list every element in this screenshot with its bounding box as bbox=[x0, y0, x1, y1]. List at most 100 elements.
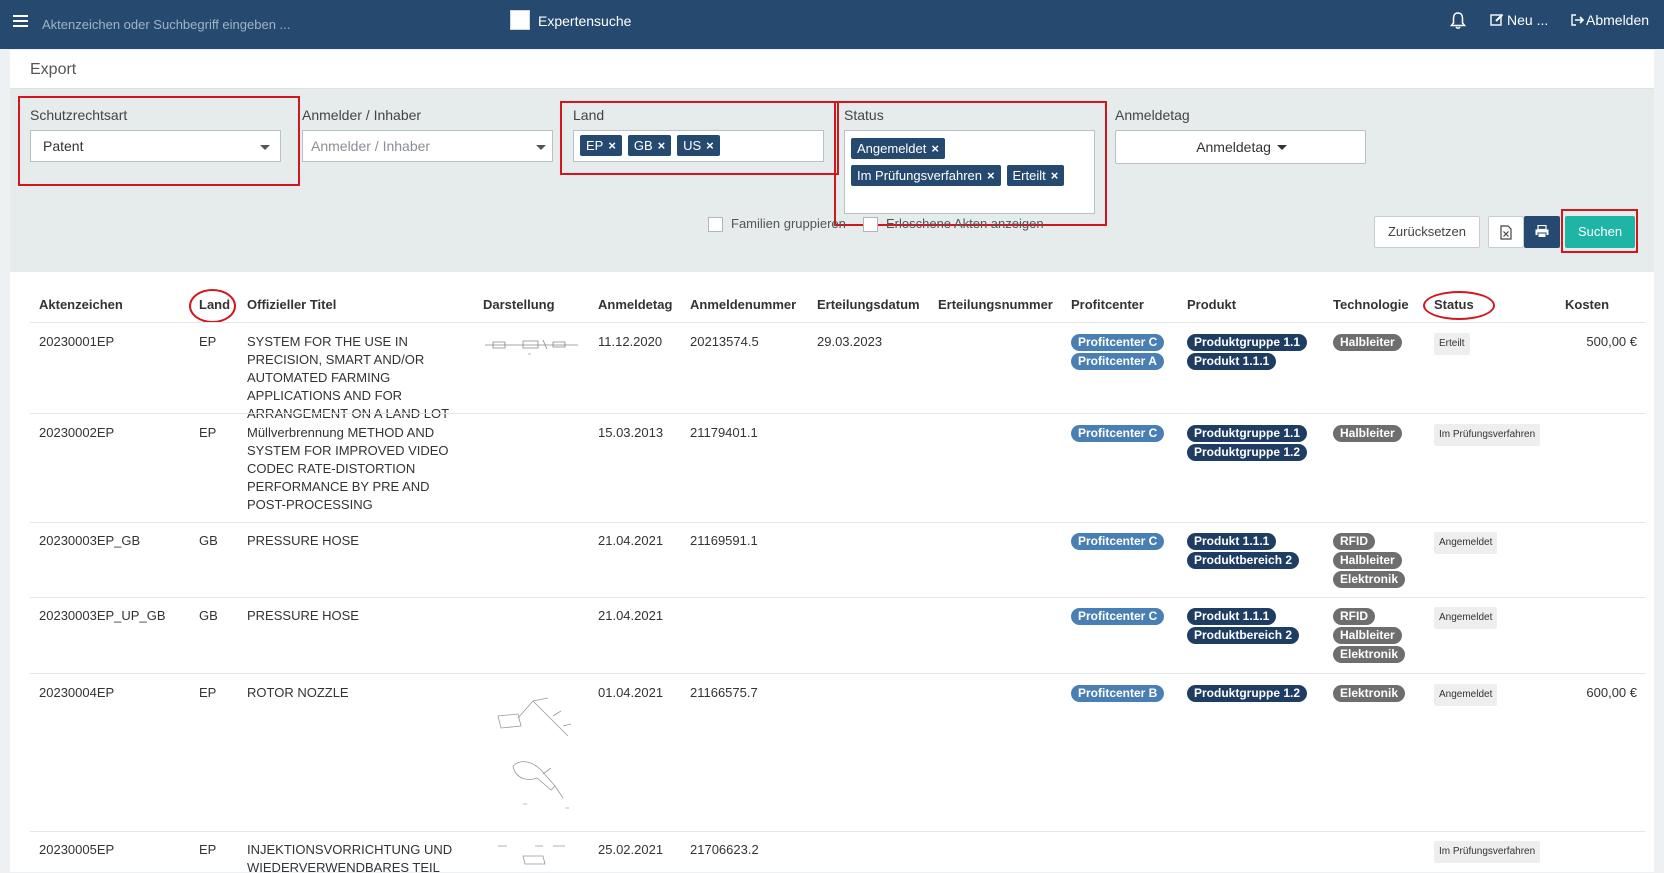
table-row[interactable]: 20230003EP_GB GB PRESSURE HOSE 21.04.202… bbox=[30, 522, 1645, 598]
title-cell: Müllverbrennung METHOD AND SYSTEM FOR IM… bbox=[247, 425, 449, 512]
anmelder-placeholder: Anmelder / Inhaber bbox=[311, 138, 431, 154]
technologie-cell: RFID Halbleiter Elektronik bbox=[1333, 533, 1406, 590]
header-profitcenter[interactable]: Profitcenter bbox=[1071, 297, 1144, 312]
anmelder-label: Anmelder / Inhaber bbox=[302, 107, 422, 123]
aktenzeichen-cell[interactable]: 20230004EP bbox=[39, 684, 114, 702]
header-kosten[interactable]: Kosten bbox=[1565, 297, 1609, 312]
highlight-box-status bbox=[834, 101, 1107, 226]
produkt-cell: Produkt 1.1.1 Produktbereich 2 bbox=[1187, 533, 1300, 571]
highlight-box-schutzrechtsart bbox=[18, 96, 300, 186]
technologie-cell: RFID Halbleiter Elektronik bbox=[1333, 608, 1406, 665]
status-cell: Erteilt bbox=[1434, 333, 1470, 355]
erloschene-checkbox[interactable] bbox=[863, 217, 878, 233]
anmeldetag-cell: 11.12.2020 bbox=[598, 334, 663, 349]
header-aktenzeichen[interactable]: Aktenzeichen bbox=[39, 297, 123, 312]
header-anmeldenummer[interactable]: Anmeldenummer bbox=[690, 297, 796, 312]
produkt-badge: Produktgruppe 1.2 bbox=[1187, 444, 1308, 461]
print-button[interactable] bbox=[1524, 216, 1560, 248]
table-row[interactable]: 20230002EP EP Müllverbrennung METHOD AND… bbox=[30, 413, 1645, 523]
header-erteilungsnummer[interactable]: Erteilungsnummer bbox=[938, 297, 1053, 312]
highlight-circle-status bbox=[1423, 291, 1495, 320]
produkt-badge: Produktgruppe 1.1 bbox=[1187, 334, 1308, 351]
land-cell: GB bbox=[199, 533, 218, 548]
technologie-badge: Elektronik bbox=[1333, 685, 1406, 702]
anmeldenummer-cell: 21166575.7 bbox=[690, 685, 758, 700]
profitcenter-cell: Profitcenter B bbox=[1071, 685, 1165, 704]
excel-export-button[interactable] bbox=[1488, 216, 1524, 248]
header-anmeldetag[interactable]: Anmeldetag bbox=[598, 297, 672, 312]
profitcenter-badge: Profitcenter A bbox=[1071, 353, 1164, 370]
caret-down-icon bbox=[1276, 145, 1287, 150]
aktenzeichen-cell[interactable]: 20230002EP bbox=[39, 424, 114, 442]
aktenzeichen-cell[interactable]: 20230003EP_UP_GB bbox=[39, 607, 165, 625]
excel-file-icon bbox=[1500, 225, 1512, 240]
technologie-badge: RFID bbox=[1333, 608, 1375, 625]
familien-checkbox-row[interactable]: Familien gruppieren bbox=[708, 216, 846, 233]
produkt-badge: Produktgruppe 1.1 bbox=[1187, 425, 1308, 442]
bell-icon[interactable] bbox=[1450, 12, 1466, 30]
hamburger-menu-icon[interactable] bbox=[13, 15, 28, 27]
results-table: Aktenzeichen Land Offizieller Titel Dars… bbox=[10, 272, 1654, 873]
erteilungsdatum-cell: 29.03.2023 bbox=[817, 334, 883, 349]
produkt-cell: Produktgruppe 1.1 Produkt 1.1.1 bbox=[1187, 334, 1308, 372]
logout-icon bbox=[1571, 14, 1585, 26]
anmelder-select[interactable]: Anmelder / Inhaber bbox=[302, 130, 553, 162]
kosten-cell: 500,00 € bbox=[1586, 334, 1637, 349]
header-erteilungsdatum[interactable]: Erteilungsdatum bbox=[817, 297, 920, 312]
title-cell: PRESSURE HOSE bbox=[247, 608, 359, 623]
header-produkt[interactable]: Produkt bbox=[1187, 297, 1236, 312]
status-cell: Im Prüfungsverfahren bbox=[1434, 841, 1541, 863]
new-menu-button[interactable]: Neu ... bbox=[1490, 12, 1548, 28]
highlight-box-land bbox=[560, 101, 839, 175]
land-cell: GB bbox=[199, 608, 218, 623]
printer-icon bbox=[1535, 224, 1549, 238]
header-technologie[interactable]: Technologie bbox=[1333, 297, 1409, 312]
anmeldetag-cell: 21.04.2021 bbox=[598, 533, 664, 548]
anmeldenummer-cell: 20213574.5 bbox=[690, 334, 759, 349]
produkt-cell: Produktgruppe 1.2 bbox=[1187, 685, 1308, 704]
top-navigation-bar: Expertensuche Neu ... Abmelden bbox=[0, 0, 1664, 49]
highlight-box-search bbox=[1561, 209, 1638, 253]
table-row[interactable]: 20230001EP EP SYSTEM FOR THE USE IN PREC… bbox=[30, 322, 1645, 421]
erloschene-label: Erloschene Akten anzeigen bbox=[886, 216, 1044, 231]
land-cell: EP bbox=[199, 685, 217, 700]
title-cell: SYSTEM FOR THE USE IN PRECISION, SMART A… bbox=[247, 334, 450, 421]
status-badge: Im Prüfungsverfahren bbox=[1434, 424, 1541, 446]
profitcenter-badge: Profitcenter C bbox=[1071, 533, 1165, 550]
chevron-down-icon bbox=[536, 145, 546, 150]
header-darstellung[interactable]: Darstellung bbox=[483, 297, 555, 312]
anmeldenummer-cell: 21706623.2 bbox=[690, 842, 759, 857]
technologie-badge: Halbleiter bbox=[1333, 334, 1402, 351]
technologie-cell: Elektronik bbox=[1333, 685, 1406, 704]
land-cell: EP bbox=[199, 334, 217, 349]
logout-button[interactable]: Abmelden bbox=[1571, 12, 1649, 28]
expert-search-label[interactable]: Expertensuche bbox=[538, 13, 631, 29]
aktenzeichen-cell[interactable]: 20230003EP_GB bbox=[39, 532, 140, 550]
familien-checkbox[interactable] bbox=[708, 217, 723, 233]
produkt-cell: Produkt 1.1.1 Produktbereich 2 bbox=[1187, 608, 1300, 646]
anmeldetag-cell: 01.04.2021 bbox=[598, 685, 664, 700]
table-row[interactable]: 20230004EP EP ROTOR NOZZLE 01.04.2021 21… bbox=[30, 673, 1645, 832]
erloschene-checkbox-row[interactable]: Erloschene Akten anzeigen bbox=[863, 216, 1044, 233]
anmeldetag-label: Anmeldetag bbox=[1115, 107, 1190, 123]
expert-search-checkbox[interactable] bbox=[510, 10, 530, 30]
land-cell: EP bbox=[199, 425, 217, 440]
technologie-cell: Halbleiter bbox=[1333, 334, 1402, 353]
table-row[interactable]: 20230005EP EP INJEKTIONSVORRICHTUNG UND … bbox=[30, 831, 1645, 873]
profitcenter-badge: Profitcenter C bbox=[1071, 425, 1165, 442]
aktenzeichen-cell[interactable]: 20230001EP bbox=[39, 333, 114, 351]
patent-drawing-thumbnail bbox=[497, 697, 572, 809]
panel-title: Export bbox=[30, 61, 77, 78]
table-row[interactable]: 20230003EP_UP_GB GB PRESSURE HOSE 21.04.… bbox=[30, 597, 1645, 674]
anmeldetag-dropdown-button[interactable]: Anmeldetag bbox=[1115, 130, 1366, 164]
technologie-badge: Halbleiter bbox=[1333, 552, 1402, 569]
profitcenter-cell: Profitcenter C Profitcenter A bbox=[1071, 334, 1165, 372]
header-titel[interactable]: Offizieller Titel bbox=[247, 297, 336, 312]
anmeldetag-cell: 15.03.2013 bbox=[598, 425, 664, 440]
new-menu-label: Neu ... bbox=[1507, 12, 1549, 28]
aktenzeichen-cell[interactable]: 20230005EP bbox=[39, 841, 114, 859]
edit-icon bbox=[1490, 13, 1504, 26]
produkt-badge: Produkt 1.1.1 bbox=[1187, 353, 1277, 370]
reset-button[interactable]: Zurücksetzen bbox=[1374, 216, 1480, 248]
search-input[interactable] bbox=[40, 10, 484, 38]
